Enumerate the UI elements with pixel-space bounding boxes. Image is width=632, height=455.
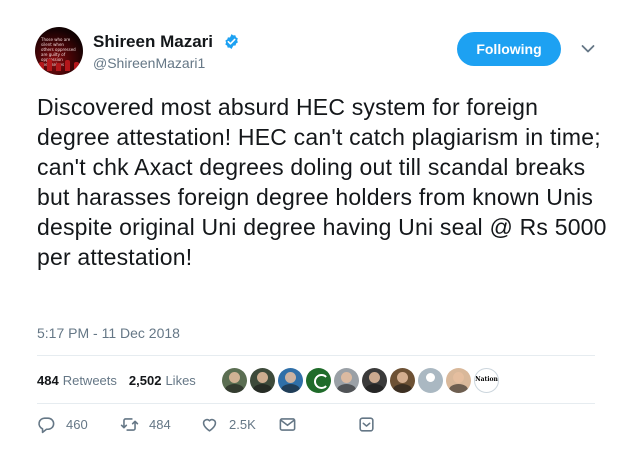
liker-avatar[interactable] — [278, 367, 303, 393]
retweets-count: 484 — [37, 372, 59, 388]
tweet-actions: 460 484 2.5K — [37, 415, 397, 439]
shoulders-icon — [337, 383, 356, 393]
retweet-count: 484 — [149, 417, 171, 432]
bookmark-button[interactable] — [357, 415, 386, 434]
tweet-timestamp[interactable]: 5:17 PM - 11 Dec 2018 — [37, 325, 180, 341]
following-button[interactable]: Following — [457, 32, 561, 66]
avatar-figure — [74, 62, 79, 71]
liker-avatar[interactable] — [334, 367, 359, 393]
liker-avatars: Nation — [222, 366, 502, 394]
envelope-icon — [279, 418, 296, 431]
likes-stat[interactable]: 2,502 Likes — [129, 373, 196, 388]
liker-avatar[interactable] — [362, 367, 387, 393]
reply-button[interactable]: 460 — [37, 415, 88, 434]
author-avatar[interactable]: Those who are silent when others oppress… — [35, 27, 83, 75]
liker-avatar[interactable]: Nation — [474, 367, 499, 393]
retweet-button[interactable]: 484 — [120, 415, 171, 434]
likes-count: 2,502 — [128, 372, 162, 388]
liker-avatar[interactable] — [446, 367, 471, 393]
author-name[interactable]: Shireen Mazari — [93, 32, 213, 52]
liker-avatar[interactable] — [222, 367, 247, 393]
chevron-down-box-icon — [359, 417, 374, 432]
face-icon — [397, 371, 408, 383]
face-icon — [229, 371, 240, 383]
shoulders-icon — [449, 383, 468, 393]
direct-message-button[interactable] — [278, 415, 307, 434]
flag-crescent-icon — [314, 373, 329, 389]
default-avatar-icon — [426, 372, 435, 382]
author-handle[interactable]: @ShireenMazari1 — [93, 55, 205, 71]
tweet-stats: 484 Retweets 2,502 Likes — [37, 364, 196, 396]
shoulders-icon — [253, 383, 272, 393]
reply-count: 460 — [66, 417, 88, 432]
face-icon — [341, 371, 352, 383]
liker-avatar[interactable] — [418, 367, 443, 393]
face-icon — [453, 371, 464, 383]
shoulders-icon — [365, 383, 384, 393]
like-count: 2.5K — [229, 417, 256, 432]
shoulders-icon — [225, 383, 244, 393]
like-button[interactable]: 2.5K — [200, 415, 256, 434]
verified-badge-icon — [225, 34, 238, 49]
retweets-label: Retweets — [62, 372, 117, 388]
avatar-figure — [39, 62, 44, 71]
chevron-down-icon[interactable] — [581, 44, 595, 54]
liker-avatar[interactable] — [390, 367, 415, 393]
avatar-figure — [47, 59, 52, 71]
shoulders-icon — [281, 383, 300, 393]
divider — [37, 355, 595, 356]
liker-avatar[interactable] — [250, 367, 275, 393]
liker-avatar[interactable] — [306, 367, 331, 393]
reply-icon — [38, 417, 55, 434]
shoulders-icon — [393, 383, 412, 393]
face-icon — [369, 371, 380, 383]
heart-icon — [202, 418, 217, 432]
retweet-icon — [120, 418, 139, 431]
likes-label: Likes — [165, 372, 196, 388]
face-icon — [285, 371, 296, 383]
retweets-stat[interactable]: 484 Retweets — [37, 373, 117, 388]
liker-logo-text: Nation — [475, 375, 498, 383]
divider — [37, 403, 595, 404]
avatar-figure — [65, 60, 70, 71]
face-icon — [257, 371, 268, 383]
tweet-text: Discovered most absurd HEC system for fo… — [37, 94, 607, 270]
avatar-figure — [56, 63, 61, 71]
